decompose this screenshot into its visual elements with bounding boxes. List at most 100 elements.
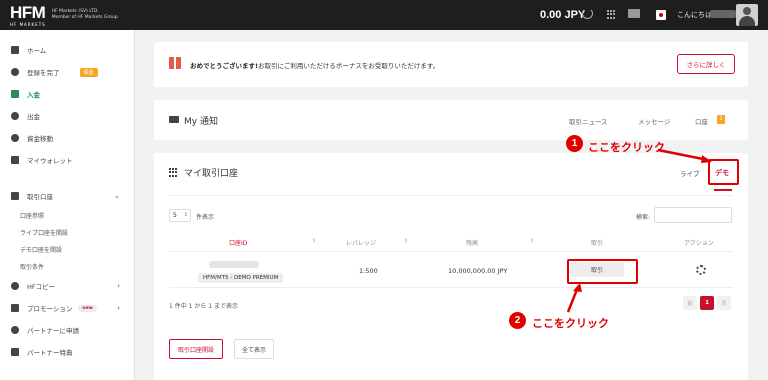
wallet-icon [11, 156, 19, 164]
copy-icon [11, 282, 19, 290]
sidebar-item-hf-copy[interactable]: HFコピー › [0, 277, 135, 295]
column-header-trade: 取引 [591, 240, 604, 247]
sidebar-item-label: ホーム [27, 47, 47, 55]
company-info: HF Markets (SV) LTD Member of HF Markets… [52, 9, 118, 21]
chevron-right-icon: › [117, 304, 120, 312]
row-divider [169, 251, 733, 252]
bonus-body: お取引にご利用いただけるボーナスをお受取りいただけます。 [257, 62, 440, 70]
step-1-marker: 1 [566, 135, 583, 152]
brand-logo[interactable]: HFM HF MARKETS HF Markets (SV) LTD Membe… [0, 4, 150, 27]
column-header-balance[interactable]: 残高 [466, 238, 478, 247]
chevron-right-icon: › [117, 282, 120, 290]
top-bar: HFM HF MARKETS HF Markets (SV) LTD Membe… [0, 0, 768, 30]
sidebar-item-promotions[interactable]: プロモーション new › [0, 299, 135, 317]
chevron-down-icon: ⌄ [114, 192, 120, 200]
sidebar: ホーム 登録を完了 保留 入金 出金 資金移動 マイウォレット 取引口座 ⌄ 口… [0, 30, 135, 380]
open-account-button[interactable]: 取引口座開設 [169, 339, 223, 359]
balance-value: 10,000,000.00 JPY [448, 267, 508, 275]
highlight-box-demo-tab [708, 159, 739, 185]
new-badge: new [78, 304, 97, 312]
step-1-label: ここをクリック [588, 141, 665, 154]
demo-tab-underline [714, 189, 732, 191]
sidebar-item-trading-accounts[interactable]: 取引口座 ⌄ [0, 187, 135, 205]
chat-icon[interactable] [628, 9, 640, 18]
sidebar-item-partner-apply[interactable]: パートナーに申請 [0, 321, 135, 339]
show-all-button[interactable]: 全て表示 [234, 339, 274, 359]
step-2-label: ここをクリック [532, 317, 609, 330]
sidebar-item-transfer[interactable]: 資金移動 [0, 129, 135, 147]
chart-icon [11, 46, 19, 54]
gift-icon [169, 57, 181, 69]
sidebar-item-label: 入金 [27, 91, 40, 99]
sidebar-subitem-account-overview[interactable]: 口座参照 [20, 211, 44, 220]
column-header-action: アクション [684, 240, 714, 247]
highlight-box-trade-button [567, 259, 638, 284]
pagination-info: 1 件中 1 から 1 まで表示 [169, 303, 238, 310]
trading-accounts-card: マイ取引口座 ライブ デモ 5 件表示 検索: 口座ID ⇅ レバレッジ ⇅ 残… [154, 153, 748, 380]
learn-more-button[interactable]: さらに詳しく [677, 54, 735, 74]
sidebar-item-label: パートナーに申請 [27, 327, 79, 335]
sidebar-item-deposit[interactable]: 入金 [0, 85, 135, 103]
account-balance: 0.00 JPY [540, 9, 586, 21]
sidebar-item-wallet[interactable]: マイウォレット [0, 151, 135, 169]
partner-icon [11, 326, 19, 334]
sort-icon[interactable]: ⇅ [530, 238, 534, 244]
refresh-icon[interactable] [582, 8, 593, 19]
avatar[interactable] [736, 4, 758, 26]
sidebar-item-complete-registration[interactable]: 登録を完了 保留 [0, 63, 135, 81]
sort-icon[interactable]: ⇅ [312, 238, 316, 244]
sidebar-item-label: 資金移動 [27, 135, 53, 143]
sidebar-item-partner-benefits[interactable]: パートナー特典 [0, 343, 135, 361]
tab-trading-news[interactable]: 取引ニュース [569, 116, 608, 126]
sidebar-item-withdraw[interactable]: 出金 [0, 107, 135, 125]
pending-badge: 保留 [79, 67, 98, 77]
gear-icon [11, 68, 19, 76]
japan-flag-icon[interactable] [656, 10, 666, 20]
search-input[interactable] [654, 207, 732, 223]
sidebar-subitem-open-live[interactable]: ライブ口座を開設 [20, 228, 68, 237]
account-id-blurred [209, 261, 259, 268]
bonus-message: おめでとうございます!お取引にご利用いただけるボーナスをお受取りいただけます。 [190, 60, 439, 70]
transfer-icon [11, 134, 19, 142]
sidebar-item-home[interactable]: ホーム [0, 41, 135, 59]
notification-count-badge: 1 [717, 115, 725, 124]
settings-gear-icon[interactable] [696, 265, 706, 275]
sidebar-item-label: マイウォレット [27, 157, 73, 165]
sidebar-subitem-trading-conditions[interactable]: 取引条件 [20, 262, 44, 271]
divider [169, 195, 733, 196]
sidebar-item-label: プロモーション [27, 305, 73, 313]
pagination-page-1[interactable]: 1 [700, 296, 714, 310]
apps-grid-icon[interactable] [607, 10, 616, 19]
logo-mark: HFM [10, 2, 46, 22]
sidebar-item-label: 取引口座 [27, 193, 53, 201]
pagination-next[interactable]: 次 [717, 296, 731, 310]
tab-account[interactable]: 口座 [695, 116, 708, 126]
notifications-card: My 通知 取引ニュース メッセージ 口座 1 [154, 100, 748, 140]
account-type-tag: HFM/MT5 - DEMO PREMIUM [198, 273, 284, 283]
accounts-icon [11, 192, 19, 200]
notifications-title: My 通知 [184, 117, 218, 127]
pagination-prev[interactable]: 前 [683, 296, 697, 310]
withdraw-icon [11, 112, 19, 120]
accounts-title: マイ取引口座 [184, 169, 239, 179]
logo-sub: HF MARKETS [10, 21, 46, 27]
username-blurred [710, 10, 736, 18]
step-2-marker: 2 [509, 312, 526, 329]
page-size-select[interactable]: 5 [169, 209, 191, 222]
benefit-icon [11, 348, 19, 356]
tab-live[interactable]: ライブ [680, 168, 700, 178]
search-label: 検索: [636, 214, 651, 221]
bonus-congrats: おめでとうございます! [190, 62, 258, 70]
column-header-leverage[interactable]: レバレッジ [346, 238, 376, 247]
leverage-value: 1:500 [359, 267, 378, 275]
greeting-text: こんにちは [677, 11, 712, 19]
deposit-icon [11, 90, 19, 98]
row-divider [169, 287, 733, 288]
tab-messages[interactable]: メッセージ [638, 116, 670, 126]
grid-icon [169, 168, 178, 177]
promo-icon [11, 304, 19, 312]
company-line-2: Member of HF Markets Group [51, 15, 118, 20]
column-header-account-id[interactable]: 口座ID [229, 238, 247, 247]
sidebar-subitem-open-demo[interactable]: デモ口座を開設 [20, 245, 62, 254]
sort-icon[interactable]: ⇅ [404, 238, 408, 244]
